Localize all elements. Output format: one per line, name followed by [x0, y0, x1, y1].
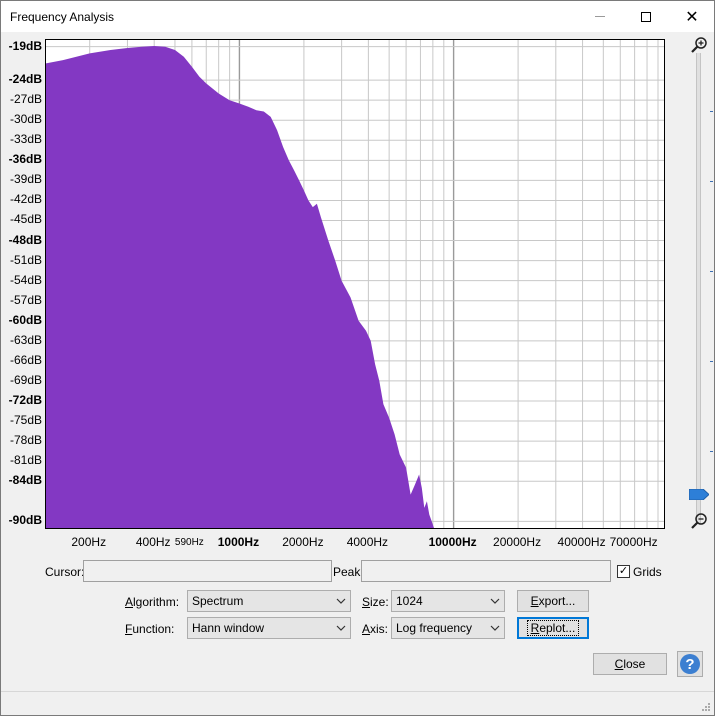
function-select[interactable]: Hann window: [187, 617, 351, 639]
cursor-field[interactable]: [83, 560, 332, 582]
size-label-rest: ize:: [370, 595, 389, 609]
chevron-down-icon: [490, 625, 500, 631]
zoom-tick: [710, 451, 713, 452]
x-tick-label: 400Hz: [135, 535, 171, 549]
y-tick-label: -19dB: [8, 38, 42, 53]
resize-grip-icon[interactable]: [701, 702, 711, 712]
size-label: Size:: [362, 595, 389, 609]
axis-label: Axis:: [362, 622, 389, 636]
chevron-down-icon: [336, 598, 346, 604]
minimize-button[interactable]: [577, 1, 623, 32]
help-button[interactable]: ?: [677, 651, 703, 677]
x-tick-label: 2000Hz: [282, 535, 324, 549]
x-tick-label: 590Hz: [174, 537, 204, 548]
y-tick-label: -54dB: [9, 272, 42, 287]
title-bar: Frequency Analysis ✕: [1, 1, 714, 32]
spectrum-plot[interactable]: [45, 39, 665, 529]
cursor-label: Cursor:: [45, 565, 85, 579]
y-tick-label: -84dB: [8, 473, 42, 488]
x-tick-label: 10000Hz: [428, 535, 477, 549]
export-button[interactable]: Export...: [517, 590, 589, 612]
x-tick-label: 1000Hz: [217, 535, 260, 549]
y-axis-labels: -19dB -24dB -27dB -30dB -33dB -36dB -39dB -42dB…: [1, 39, 44, 529]
axis-select[interactable]: Log frequency: [391, 617, 505, 639]
peak-label: Peak:: [333, 565, 364, 579]
y-tick-label: -27dB: [9, 92, 42, 107]
chevron-down-icon: [490, 598, 500, 604]
vertical-zoom-control: [684, 31, 714, 541]
y-tick-label: -36dB: [8, 152, 42, 167]
maximize-button[interactable]: [623, 1, 669, 32]
x-tick-label: 4000Hz: [346, 535, 389, 549]
maximize-icon: [641, 11, 651, 22]
zoom-tick: [710, 271, 713, 272]
replot-button[interactable]: Replot...: [517, 617, 589, 639]
function-label: Function:: [125, 622, 175, 636]
x-axis-labels: 200Hz 400Hz 590Hz 1000Hz 2000Hz 4000Hz 10000Hz…: [45, 529, 665, 553]
algorithm-value: Spectrum: [192, 594, 244, 608]
function-value: Hann window: [192, 621, 265, 635]
y-tick-label: -39dB: [9, 172, 42, 187]
zoom-tick: [710, 361, 713, 362]
algorithm-select[interactable]: Spectrum: [187, 590, 351, 612]
y-tick-label: -63dB: [9, 332, 42, 347]
y-tick-label: -24dB: [8, 72, 42, 87]
help-icon: ?: [680, 654, 700, 674]
spectrum-plot-svg: [46, 40, 664, 528]
zoom-tick: [710, 181, 713, 182]
replot-button-label: Replot...: [526, 620, 580, 636]
y-tick-label: -33dB: [9, 132, 42, 147]
grids-label: Grids: [633, 565, 662, 579]
y-tick-label: -78dB: [9, 433, 42, 448]
zoom-in-icon[interactable]: [690, 36, 708, 54]
size-select[interactable]: 1024: [391, 590, 505, 612]
peak-field[interactable]: [361, 560, 611, 582]
zoom-slider-track[interactable]: [696, 53, 701, 523]
function-label-rest: unction:: [132, 622, 175, 636]
y-tick-label: -30dB: [9, 112, 42, 127]
grids-checkbox[interactable]: ✓: [617, 565, 630, 578]
y-tick-label: -69dB: [9, 372, 42, 387]
x-tick-label: 70000Hz: [609, 535, 658, 549]
x-tick-label: 40000Hz: [557, 535, 606, 549]
export-button-label: Export...: [530, 594, 576, 608]
spectrum-area: [46, 46, 437, 528]
size-value: 1024: [396, 594, 423, 608]
frequency-analysis-window: Frequency Analysis ✕ -19dB -24dB -27dB -30d…: [0, 0, 715, 716]
y-tick-label: -81dB: [9, 453, 42, 468]
y-tick-label: -72dB: [8, 392, 42, 407]
zoom-slider-thumb[interactable]: [689, 489, 709, 500]
close-window-button[interactable]: ✕: [669, 1, 715, 32]
status-bar-divider: [1, 691, 714, 692]
zoom-out-icon[interactable]: [690, 512, 708, 530]
algorithm-label-rest: lgorithm:: [133, 595, 180, 609]
axis-label-rest: xis:: [370, 622, 389, 636]
chevron-down-icon: [336, 625, 346, 631]
minimize-icon: [595, 16, 605, 17]
y-tick-label: -60dB: [8, 312, 42, 327]
x-tick-label: 200Hz: [71, 535, 107, 549]
y-tick-label: -90dB: [8, 513, 42, 528]
y-tick-label: -45dB: [9, 212, 42, 227]
y-tick-label: -42dB: [9, 192, 42, 207]
close-button-label: Close: [614, 657, 646, 671]
y-tick-label: -75dB: [9, 413, 42, 428]
y-tick-label: -51dB: [9, 252, 42, 267]
y-tick-label: -48dB: [8, 232, 42, 247]
algorithm-label: Algorithm:: [125, 595, 180, 609]
axis-value: Log frequency: [396, 621, 473, 635]
close-button[interactable]: Close: [593, 653, 667, 675]
x-tick-label: 20000Hz: [493, 535, 542, 549]
y-tick-label: -57dB: [9, 292, 42, 307]
window-title: Frequency Analysis: [10, 10, 115, 24]
zoom-tick: [710, 111, 713, 112]
y-tick-label: -66dB: [9, 352, 42, 367]
